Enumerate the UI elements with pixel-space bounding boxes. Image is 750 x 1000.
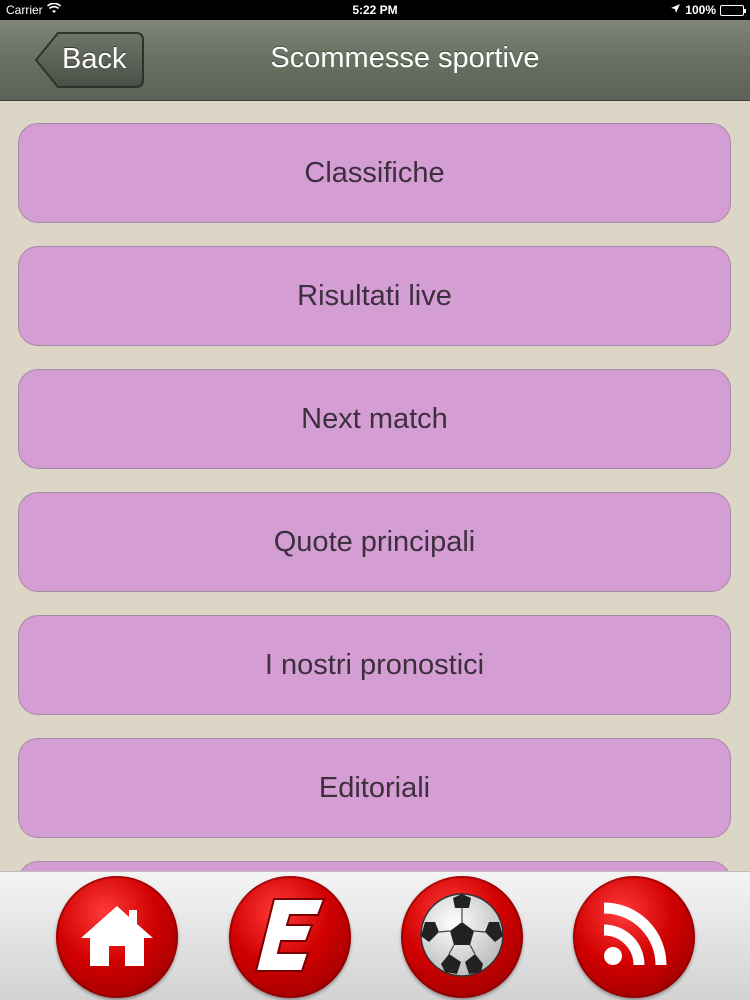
menu-item-label: Next match [301,402,448,435]
menu-list: Classifiche Risultati live Next match Qu… [0,101,750,871]
home-icon [79,902,155,973]
menu-item-label: Editoriali [318,771,431,804]
battery-icon [720,4,746,16]
back-button-label: Back [62,43,127,75]
tab-soccer[interactable] [401,876,523,998]
menu-item-quote-principali[interactable]: Quote principali [18,492,731,592]
tab-e-logo[interactable] [229,876,351,998]
tab-home[interactable] [56,876,178,998]
navigation-bar: Back Scommesse sportive [0,20,750,101]
menu-item-label: Quote principali [273,525,476,558]
menu-item-risultati-live[interactable]: Risultati live [18,246,731,346]
menu-item-i-nostri-pronostici[interactable]: I nostri pronostici [18,615,731,715]
soccer-ball-icon [419,892,505,983]
menu-item-label: I nostri pronostici [264,648,485,681]
bottom-tab-bar [0,871,750,1000]
rss-icon [599,900,669,975]
menu-item-label: Risultati live [297,279,452,312]
page-title: Scommesse sportive [270,42,540,74]
tab-rss[interactable] [573,876,695,998]
battery-percent: 100% [685,3,716,17]
status-time: 5:22 PM [352,3,398,17]
location-arrow-icon [670,3,681,17]
menu-item-editoriali[interactable]: Editoriali [18,738,731,838]
menu-item-classifiche[interactable]: Classifiche [18,123,731,223]
menu-item-partial[interactable] [18,861,731,871]
status-bar: Carrier 5:22 PM 100% [0,0,750,20]
menu-item-next-match[interactable]: Next match [18,369,731,469]
menu-item-label: Classifiche [304,156,445,189]
e-logo-icon [254,895,326,980]
back-button[interactable]: Back [34,31,145,89]
